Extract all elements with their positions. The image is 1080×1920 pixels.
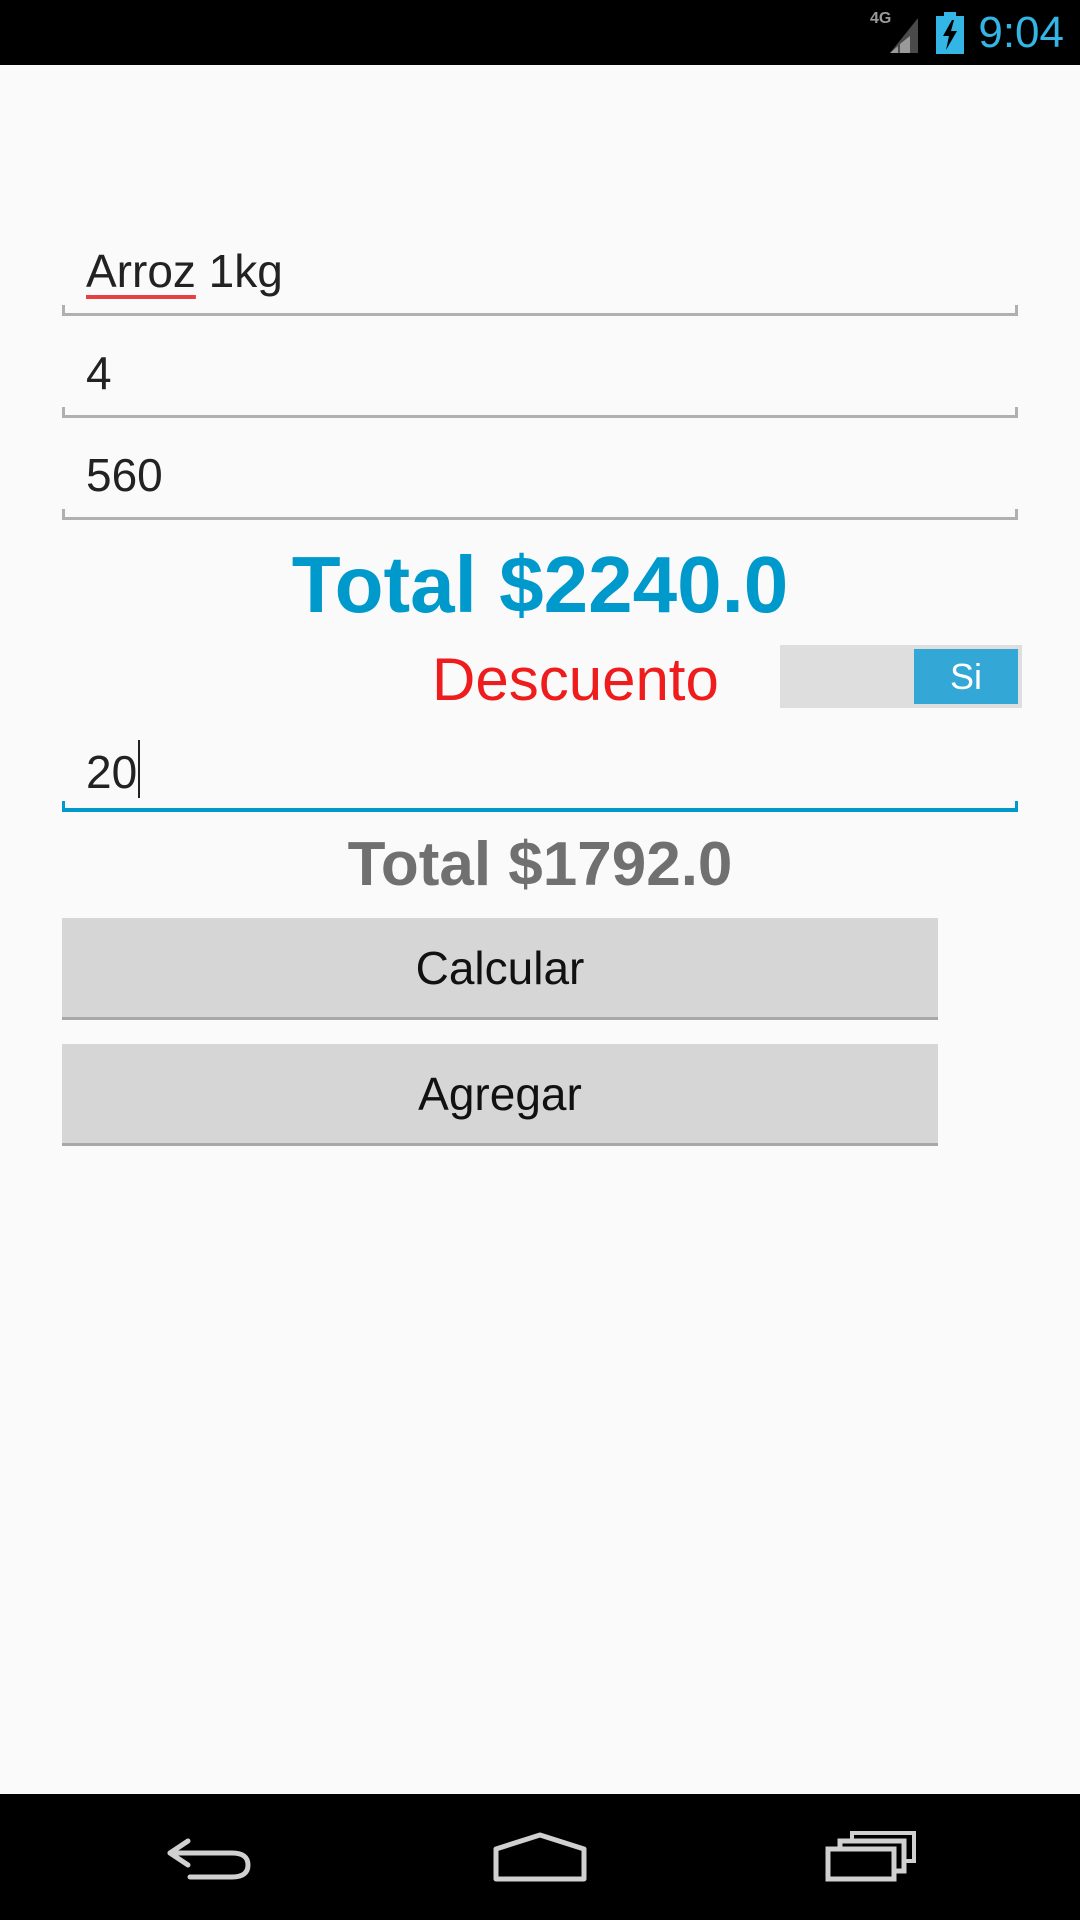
price-field[interactable]: 560 <box>62 444 1018 520</box>
calculate-button[interactable]: Calcular <box>62 918 938 1020</box>
text-cursor <box>138 740 141 798</box>
field-underline-focused <box>62 801 1018 812</box>
product-name-field[interactable]: Arroz 1kg <box>62 240 1018 316</box>
navigation-bar <box>0 1794 1080 1920</box>
price-value: 560 <box>86 449 163 501</box>
quantity-field[interactable]: 4 <box>62 342 1018 418</box>
back-icon[interactable] <box>160 1827 260 1892</box>
discount-percent-field[interactable]: 20 <box>62 736 1018 812</box>
field-underline <box>62 407 1018 418</box>
recent-apps-icon[interactable] <box>820 1827 920 1892</box>
field-underline <box>62 509 1018 520</box>
signal-4g-icon: 4G <box>870 10 920 55</box>
discounted-total-label: Total $1792.0 <box>347 830 733 899</box>
spellcheck-word: Arroz <box>86 245 196 297</box>
network-type-label: 4G <box>870 10 892 27</box>
product-name-value: Arroz 1kg <box>86 244 283 298</box>
discount-percent-text: 20 <box>86 746 138 798</box>
home-icon[interactable] <box>490 1827 590 1892</box>
discount-label: Descuento <box>432 646 719 713</box>
status-bar: 4G 9:04 <box>0 0 1080 65</box>
add-button[interactable]: Agregar <box>62 1044 938 1146</box>
quantity-value: 4 <box>86 347 112 399</box>
product-name-suffix: 1kg <box>195 245 283 297</box>
discount-switch[interactable]: Si <box>780 645 1022 708</box>
total-label: Total $2240.0 <box>291 540 789 629</box>
battery-charging-icon <box>935 12 965 54</box>
switch-thumb: Si <box>914 649 1018 704</box>
discount-percent-value: 20 <box>86 740 141 799</box>
app-screen: 4G 9:04 Arroz 1kg 4 560 Total $2240.0 De… <box>0 0 1080 1920</box>
field-underline <box>62 305 1018 316</box>
status-time: 9:04 <box>978 8 1064 57</box>
